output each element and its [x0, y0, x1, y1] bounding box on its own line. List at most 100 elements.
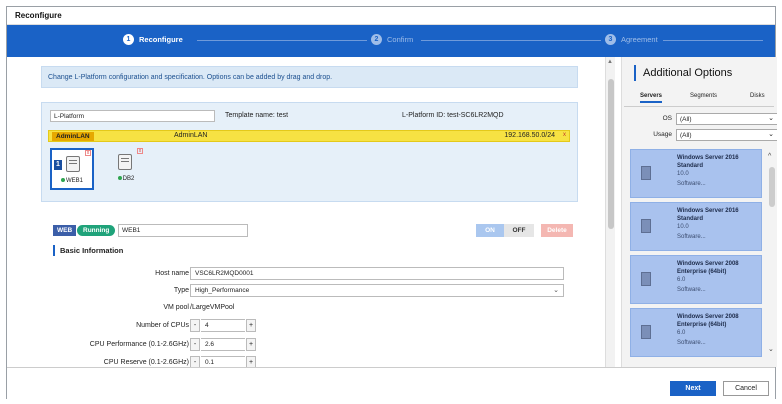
server-icon [641, 325, 651, 339]
info-text: Change L-Platform configuration and spec… [48, 74, 333, 81]
template-card[interactable]: Windows Server 2016 Standard 10.0 Softwa… [630, 202, 762, 251]
type-value: High_Performance [195, 287, 250, 294]
platform-name-input[interactable]: L-Platform [50, 110, 215, 122]
card-software: Software... [677, 340, 706, 346]
template-card[interactable]: Windows Server 2016 Standard 10.0 Softwa… [630, 149, 762, 198]
usage-filter: Usage (All) ⌄ [626, 129, 777, 141]
scrollbar-thumb[interactable] [769, 167, 775, 207]
template-name: Template name: test [225, 112, 289, 119]
scroll-up-icon[interactable]: ▲ [607, 59, 613, 65]
remove-segment-icon[interactable]: x [563, 132, 566, 138]
footer-bar: Next Cancel [7, 367, 775, 400]
cpu-reserve-input[interactable]: 0.1 [201, 356, 245, 367]
template-card[interactable]: Windows Server 2008 Enterprise (64bit) 6… [630, 308, 762, 357]
next-button[interactable]: Next [670, 381, 716, 396]
card-software: Software... [677, 287, 706, 293]
increment-button[interactable]: + [246, 356, 256, 367]
chevron-down-icon: ⌄ [768, 131, 774, 138]
card-title: Windows Server 2016 Standard [677, 155, 739, 169]
step-reconfigure: 1 Reconfigure [123, 34, 183, 45]
lan-subnet: 192.168.50.0/24 [504, 132, 555, 139]
server-label: WEB1 [52, 178, 92, 184]
step-label: Agreement [621, 35, 658, 44]
server-icon [641, 166, 651, 180]
tab-segments[interactable]: Segments [690, 93, 717, 99]
card-version: 10.0 [677, 224, 689, 230]
server-name-input[interactable]: WEB1 [118, 224, 248, 237]
title-bar: Reconfigure [7, 7, 775, 25]
os-filter-value: (All) [680, 116, 692, 123]
remove-server-icon[interactable]: x [85, 150, 91, 156]
cpu-performance-input[interactable]: 2.6 [201, 338, 245, 351]
card-title: Windows Server 2016 Standard [677, 208, 739, 222]
server-icon [118, 154, 132, 170]
cpus-label: Number of CPUs [136, 322, 189, 329]
increment-button[interactable]: + [246, 319, 256, 332]
vm-pool-row: VM pool /LargeVMPool [7, 301, 605, 315]
os-filter: OS (All) ⌄ [626, 113, 777, 125]
step-number: 1 [123, 34, 134, 45]
cpus-row: Number of CPUs - 4 + [7, 319, 605, 333]
chevron-down-icon: ⌄ [553, 287, 559, 294]
power-on-button[interactable]: ON [476, 224, 504, 237]
lan-name: AdminLAN [174, 132, 208, 139]
main-scrollbar[interactable]: ▲ [605, 57, 615, 367]
window-title: Reconfigure [15, 11, 62, 20]
server-node-db2[interactable]: x DB2 [104, 148, 148, 190]
card-version: 10.0 [677, 171, 689, 177]
remove-server-icon[interactable]: x [137, 148, 143, 154]
decrement-button[interactable]: - [190, 338, 200, 351]
options-tabs: Servers Segments Disks [624, 93, 774, 105]
chevron-down-icon: ⌄ [768, 115, 774, 122]
step-agreement: 3 Agreement [605, 34, 658, 45]
server-label-text: WEB1 [65, 178, 83, 184]
tab-divider [624, 106, 774, 107]
host-name-input[interactable]: VSC6LR2MQD0001 [190, 267, 564, 280]
network-segment-bar[interactable]: AdminLAN AdminLAN 192.168.50.0/24 x [48, 130, 570, 142]
tab-disks[interactable]: Disks [750, 93, 765, 99]
card-title: Windows Server 2008 Enterprise (64bit) [677, 261, 739, 275]
template-card[interactable]: Windows Server 2008 Enterprise (64bit) 6… [630, 255, 762, 304]
cpus-stepper: - 4 + [190, 319, 256, 332]
chevron-up-icon[interactable]: ^ [768, 153, 771, 160]
usage-filter-select[interactable]: (All) ⌄ [676, 129, 777, 141]
section-title: Basic Information [53, 245, 123, 256]
cards-scrollbar[interactable]: ^ ⌄ [768, 149, 776, 359]
server-icon [641, 272, 651, 286]
status-dot-icon [117, 176, 122, 180]
scrollbar-thumb[interactable] [608, 79, 614, 229]
cpu-performance-stepper: - 2.6 + [190, 338, 256, 351]
increment-button[interactable]: + [246, 338, 256, 351]
vm-pool-value: /LargeVMPool [190, 304, 235, 311]
cancel-button[interactable]: Cancel [723, 381, 769, 396]
server-node-web1[interactable]: 1 x WEB1 [50, 148, 94, 190]
step-confirm: 2 Confirm [371, 34, 413, 45]
cpu-reserve-stepper: - 0.1 + [190, 356, 256, 367]
decrement-button[interactable]: - [190, 319, 200, 332]
type-row: Type High_Performance ⌄ [7, 284, 605, 298]
usage-filter-value: (All) [680, 132, 692, 139]
additional-options-panel: Additional Options Servers Segments Disk… [621, 57, 777, 367]
server-label-text: DB2 [122, 176, 135, 182]
cpu-reserve-row: CPU Reserve (0.1-2.6GHz) - 0.1 + [7, 356, 605, 367]
delete-button[interactable]: Delete [541, 224, 573, 237]
host-name-label: Host name [155, 270, 189, 277]
usage-filter-label: Usage [653, 131, 672, 138]
step-number: 3 [605, 34, 616, 45]
decrement-button[interactable]: - [190, 356, 200, 367]
server-status-row: WEB Running WEB1 ON OFF Delete [53, 223, 578, 239]
cpu-reserve-label: CPU Reserve (0.1-2.6GHz) [103, 359, 189, 366]
status-dot-icon [60, 178, 65, 182]
main-panel: Change L-Platform configuration and spec… [7, 57, 605, 367]
host-name-row: Host name VSC6LR2MQD0001 [7, 267, 605, 281]
type-label: Type [173, 287, 189, 294]
platform-id: L-Platform ID: test-SC6LR2MQD [402, 112, 504, 119]
os-filter-select[interactable]: (All) ⌄ [676, 113, 777, 125]
type-select[interactable]: High_Performance ⌄ [190, 284, 564, 297]
info-message: Change L-Platform configuration and spec… [41, 66, 578, 88]
chevron-down-icon[interactable]: ⌄ [768, 345, 774, 353]
tab-servers[interactable]: Servers [640, 93, 663, 103]
cpus-input[interactable]: 4 [201, 319, 245, 332]
template-card-list: Windows Server 2016 Standard 10.0 Softwa… [630, 147, 764, 367]
power-off-button[interactable]: OFF [504, 224, 534, 237]
